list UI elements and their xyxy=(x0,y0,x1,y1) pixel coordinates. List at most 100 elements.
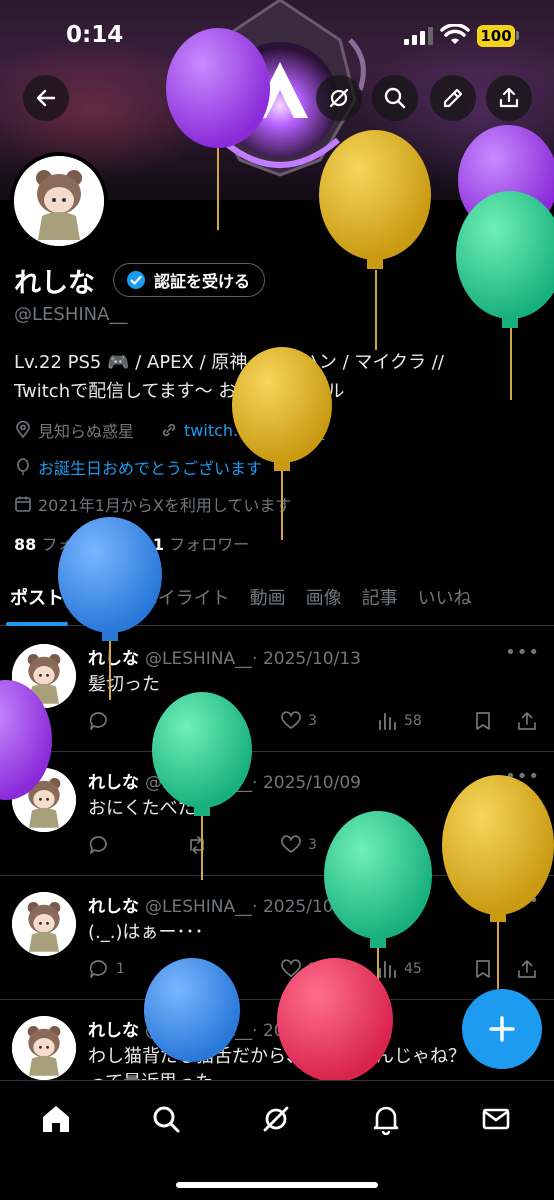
nav-grok[interactable] xyxy=(256,1099,296,1139)
post-text: 髪切った xyxy=(88,672,538,698)
get-verified-button[interactable]: 認証を受ける xyxy=(113,263,266,297)
post-avatar[interactable] xyxy=(12,892,76,956)
more-options-button[interactable]: ••• xyxy=(505,766,540,787)
more-options-button[interactable]: ••• xyxy=(505,642,540,663)
tab-videos[interactable]: 動画 xyxy=(240,574,296,626)
grok-icon xyxy=(329,88,349,108)
avatar-image xyxy=(14,156,104,246)
battery-indicator: 100 xyxy=(477,25,515,47)
post-author-name: れしな xyxy=(88,773,139,793)
post-item[interactable]: れしな @LESHINA__· 2025/10/06 ••• (._.)はぁー･･… xyxy=(0,876,554,1000)
repost-button[interactable] xyxy=(186,834,214,856)
post-author-handle: @LESHINA__ xyxy=(145,773,253,793)
post-header: れしな @LESHINA__· 2025/09/25 xyxy=(88,1016,361,1041)
profile-link[interactable]: twitch.tv/leshina_ xyxy=(184,421,324,440)
post-author-handle: @LESHINA__ xyxy=(145,1021,253,1041)
repost-icon xyxy=(190,836,204,854)
bookmark-button[interactable] xyxy=(472,958,494,980)
views-button[interactable]: 60 xyxy=(376,834,422,856)
share-post-button[interactable] xyxy=(516,834,538,856)
like-button[interactable]: 1 xyxy=(280,958,317,980)
profile-location: 見知らぬ惑星 xyxy=(38,422,135,441)
tab-posts[interactable]: ポスト xyxy=(0,574,74,626)
views-button[interactable]: 58 xyxy=(376,710,422,732)
following-link[interactable]: 88 フォロー中 xyxy=(14,535,121,554)
like-count: 3 xyxy=(308,713,317,729)
post-header: れしな @LESHINA__· 2025/10/13 xyxy=(88,644,361,669)
avatar-image xyxy=(12,768,76,832)
grok-button[interactable] xyxy=(316,75,362,121)
like-button[interactable]: 3 xyxy=(280,710,317,732)
views-button[interactable]: 45 xyxy=(376,958,422,980)
wifi-icon xyxy=(440,24,470,44)
location-icon xyxy=(16,421,30,439)
repost-button[interactable] xyxy=(186,710,214,732)
post-date: · 2025/10/06 xyxy=(252,897,361,917)
post-date: · 2025/10/13 xyxy=(252,649,361,669)
profile-handle: @LESHINA__ xyxy=(14,304,128,325)
share-icon xyxy=(518,712,536,730)
share-icon xyxy=(518,960,536,978)
post-text: (._.)はぁー･･･ xyxy=(88,920,538,946)
followers-count: 91 xyxy=(141,535,164,554)
post-text-line: (._.)はぁー･･･ xyxy=(88,922,204,943)
reply-icon xyxy=(89,836,107,854)
post-actions: 3 58 xyxy=(88,710,540,740)
reply-button[interactable] xyxy=(88,710,116,732)
like-button[interactable]: 3 xyxy=(280,834,317,856)
bookmark-button[interactable] xyxy=(472,710,494,732)
follow-stats: 88 フォロー中 91 フォロワー xyxy=(14,531,249,555)
profile-bio: Lv.22 PS5 🎮 / APEX / 原神 / モンハン / マイクラ //… xyxy=(14,348,544,406)
post-author-handle: @LESHINA__ xyxy=(145,649,253,669)
tab-replies[interactable]: 返信 xyxy=(74,574,130,626)
tab-articles[interactable]: 記事 xyxy=(352,574,408,626)
nav-notifications[interactable] xyxy=(366,1099,406,1139)
back-button[interactable] xyxy=(23,75,69,121)
post-avatar[interactable] xyxy=(12,768,76,832)
post-actions: 1 1 45 xyxy=(88,958,540,988)
post-text: おにくたべた xyxy=(88,796,538,822)
bookmark-icon xyxy=(476,712,490,730)
post-avatar[interactable] xyxy=(12,644,76,708)
heart-icon xyxy=(281,835,301,853)
tab-images[interactable]: 画像 xyxy=(296,574,352,626)
heart-icon xyxy=(281,959,301,977)
post-item[interactable]: れしな @LESHINA__· 2025/10/09 ••• おにくたべた 3 6… xyxy=(0,752,554,876)
profile-avatar[interactable] xyxy=(10,152,108,250)
tab-highlights[interactable]: ハイライト xyxy=(130,574,240,626)
post-avatar[interactable] xyxy=(12,1016,76,1080)
tab-likes[interactable]: いいね xyxy=(408,574,482,626)
grok-icon xyxy=(263,1106,289,1132)
post-header: れしな @LESHINA__· 2025/10/09 xyxy=(88,768,361,793)
reply-button[interactable] xyxy=(88,834,116,856)
post-item[interactable]: れしな @LESHINA__· 2025/10/13 ••• 髪切った 3 58 xyxy=(0,628,554,752)
repost-button[interactable] xyxy=(186,958,214,980)
calendar-icon xyxy=(15,496,31,512)
more-options-button[interactable]: ••• xyxy=(505,890,540,911)
joined-row: 2021年1月からXを利用しています xyxy=(14,492,291,516)
birthday-message[interactable]: お誕生日おめでとうございます xyxy=(38,455,262,479)
nav-home[interactable] xyxy=(36,1099,76,1139)
profile-meta-row: 見知らぬ惑星 twitch.tv/leshina_ xyxy=(14,418,324,442)
views-icon xyxy=(379,713,396,730)
share-post-button[interactable] xyxy=(516,958,538,980)
view-count: 60 xyxy=(404,837,422,853)
bookmark-button[interactable] xyxy=(472,834,494,856)
reply-button[interactable]: 1 xyxy=(88,958,125,980)
views-icon xyxy=(379,961,396,978)
post-author-name: れしな xyxy=(88,649,139,669)
share-post-button[interactable] xyxy=(516,710,538,732)
nav-search[interactable] xyxy=(146,1099,186,1139)
home-icon xyxy=(43,1106,69,1132)
bio-line: Lv.22 PS5 🎮 / APEX / 原神 / モンハン / マイクラ // xyxy=(14,352,444,373)
edit-icon xyxy=(443,88,463,108)
following-label: フォロー中 xyxy=(41,535,122,554)
followers-link[interactable]: 91 フォロワー xyxy=(142,535,249,554)
post-actions: 3 60 xyxy=(88,834,540,864)
nav-messages[interactable] xyxy=(476,1099,516,1139)
compose-post-button[interactable] xyxy=(462,989,542,1069)
share-button[interactable] xyxy=(486,75,532,121)
edit-profile-button[interactable] xyxy=(430,75,476,121)
search-posts-button[interactable] xyxy=(372,75,418,121)
followers-label: フォロワー xyxy=(169,535,250,554)
